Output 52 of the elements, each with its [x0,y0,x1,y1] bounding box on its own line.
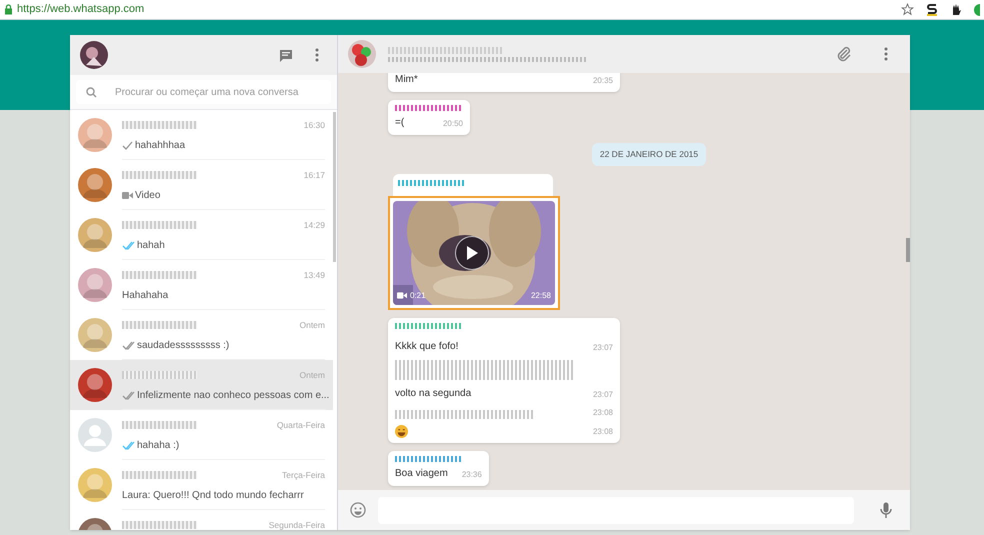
chat-list-item[interactable]: Ontem Infelizmente nao conheco pessoas com e... [70,360,333,410]
paperclip-icon[interactable] [836,46,852,62]
chat-time: Ontem [299,319,325,332]
chat-time: 14:29 [304,219,325,232]
message-preview: hahahhhaa [135,138,186,153]
chat-time: Quarta-Feira [276,419,325,432]
message-text: Mim* [395,73,419,87]
message-time: 23:07 [592,388,613,401]
message-text: Boa viagem [395,466,448,481]
message-time: 23:07 [592,342,613,354]
chat-time: Terça-Feira [282,469,325,482]
search-field[interactable]: Procurar ou começar uma nova conversa [76,80,331,104]
menu-icon[interactable] [315,48,319,62]
microphone-icon[interactable] [880,502,892,518]
message-text: =( [395,116,406,130]
message-time: 20:35 [592,75,613,87]
message-preview: Infelizmente nao conheco pessoas com e... [137,388,330,403]
chat-time: 13:49 [304,269,325,282]
scrollbar[interactable] [333,112,336,262]
message-time: 23:08 [592,426,613,438]
chat-icon[interactable] [279,48,293,62]
message-time: 23:36 [462,468,482,481]
profile-avatar[interactable] [80,41,108,69]
message-preview: Laura: Quero!!! Qnd todo mundo fecharrr [122,488,304,503]
message-preview: Video [135,188,160,203]
video-camera-icon [397,292,407,300]
extension-icon[interactable] [926,3,938,16]
message-text: volto na segunda [395,386,472,401]
message-preview: saudadesssssssss :) [137,338,230,353]
star-icon[interactable] [901,3,914,16]
lock-icon [4,4,13,15]
chat-time: Segunda-Feira [268,519,325,530]
play-icon [466,246,478,260]
chat-time: 16:17 [304,169,325,182]
date-badge: 22 DE JANEIRO DE 2015 [592,143,706,166]
chat-time: 16:30 [304,119,325,132]
message-time: 23:08 [592,406,613,419]
play-button[interactable] [455,236,489,270]
message-text: Kkkk que fofo! [395,340,460,354]
message-time: 22:58 [530,290,551,302]
contact-avatar[interactable] [348,40,376,68]
emoji-icon[interactable] [350,502,366,518]
scrollbar[interactable] [906,238,910,262]
message-preview: hahah [137,238,165,253]
hand-icon[interactable] [950,3,962,16]
message-preview: Hahahaha [122,288,168,303]
message-time: 20:50 [442,118,463,130]
chat-time: Ontem [299,369,325,382]
video-duration: 0:21 [410,290,426,302]
message-preview: hahaha :) [137,438,180,453]
search-icon [86,86,97,98]
menu-icon[interactable] [884,47,888,61]
